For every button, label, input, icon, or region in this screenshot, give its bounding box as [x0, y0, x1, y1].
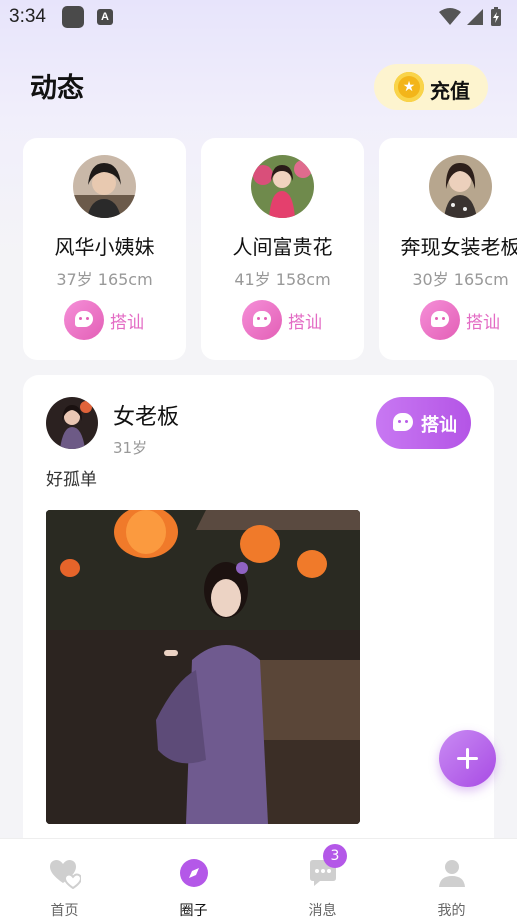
- tab-profile[interactable]: 我的: [387, 839, 516, 920]
- user-name: 风华小姨妹: [54, 235, 155, 259]
- app-notification-icon: [62, 6, 84, 28]
- post-text: 好孤单: [46, 470, 97, 490]
- status-time: 3:34: [9, 6, 46, 27]
- messages-badge: 3: [323, 844, 347, 868]
- tab-label: 我的: [437, 903, 466, 919]
- tab-label: 圈子: [179, 903, 208, 919]
- user-info: 30岁 165cm: [412, 270, 509, 289]
- system-status-icons: [439, 7, 501, 26]
- text-notification-icon: A: [97, 9, 113, 25]
- chat-bubble-icon: [420, 300, 460, 340]
- chat-button[interactable]: 搭讪: [420, 300, 510, 340]
- user-info: 41岁 158cm: [234, 270, 331, 289]
- add-post-button[interactable]: [439, 730, 496, 787]
- author-avatar[interactable]: [46, 397, 98, 449]
- chat-bubble-icon: [64, 300, 104, 340]
- chat-label: 搭讪: [288, 313, 322, 333]
- tab-messages[interactable]: 消息: [258, 839, 387, 920]
- coin-icon: ★: [394, 72, 424, 102]
- user-avatar[interactable]: [429, 155, 492, 218]
- chat-bubble-icon: [393, 413, 413, 431]
- chat-button[interactable]: 搭讪: [242, 300, 332, 340]
- post-chat-label: 搭讪: [421, 415, 457, 436]
- hearts-icon: [50, 860, 81, 889]
- tab-circle[interactable]: 圈子: [129, 839, 258, 920]
- compass-icon: [180, 859, 208, 887]
- recharge-label: 充值: [430, 79, 470, 103]
- signal-icon: [467, 9, 483, 25]
- tab-home[interactable]: 首页: [0, 839, 129, 920]
- chat-button[interactable]: 搭讪: [64, 300, 154, 340]
- user-card[interactable]: 人间富贵花 41岁 158cm 搭讪: [201, 138, 364, 360]
- wifi-icon: [439, 8, 461, 25]
- user-card[interactable]: 奔现女装老板 30岁 165cm 搭讪: [379, 138, 517, 360]
- chat-label: 搭讪: [466, 313, 500, 333]
- user-info: 37岁 165cm: [56, 270, 153, 289]
- page-title: 动态: [30, 73, 84, 104]
- user-name: 奔现女装老板: [400, 235, 517, 259]
- user-avatar[interactable]: [73, 155, 136, 218]
- chat-bubble-icon: [242, 300, 282, 340]
- tab-label: 消息: [308, 903, 337, 919]
- post-photo[interactable]: [46, 510, 360, 824]
- user-name: 人间富贵花: [232, 235, 333, 259]
- post-card[interactable]: 女老板 31岁 搭讪 好孤单: [23, 375, 494, 855]
- person-icon: [439, 860, 465, 887]
- user-avatar[interactable]: [251, 155, 314, 218]
- post-chat-button[interactable]: 搭讪: [376, 397, 471, 449]
- bottom-tab-bar: 首页 圈子 消息 我的: [0, 838, 517, 920]
- chat-label: 搭讪: [110, 313, 144, 333]
- tab-label: 首页: [50, 903, 79, 919]
- recharge-button[interactable]: ★ 充值: [374, 64, 488, 110]
- author-age: 31岁: [113, 439, 148, 457]
- status-bar: 3:34 A: [0, 0, 517, 34]
- author-name: 女老板: [113, 405, 180, 430]
- user-card[interactable]: 风华小姨妹 37岁 165cm 搭讪: [23, 138, 186, 360]
